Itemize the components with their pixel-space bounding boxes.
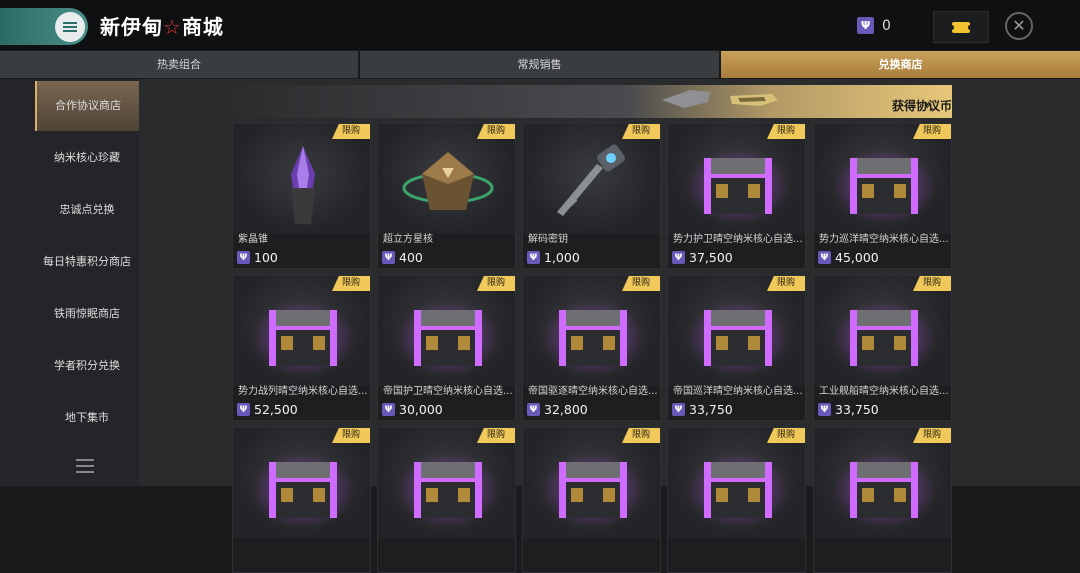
protocol-coin-icon: Ψ <box>818 403 831 416</box>
title-text-2: 商城 <box>181 15 224 39</box>
tab-bar: 热卖组合 常规销售 兑换商店 <box>0 51 1080 78</box>
core-image <box>378 138 515 230</box>
item-card[interactable]: 限购 帝国巡洋晴空纳米核心自选... Ψ 33,750 <box>667 275 806 421</box>
protocol-coin-icon: Ψ <box>818 251 831 264</box>
chest-image <box>233 442 370 534</box>
item-price: Ψ 33,750 <box>818 402 879 417</box>
item-name: 帝国驱逐晴空纳米核心自选... <box>528 386 658 397</box>
chest-image <box>523 442 660 534</box>
title-star: ☆ <box>163 15 182 39</box>
item-price: Ψ 400 <box>382 250 423 265</box>
item-card[interactable]: 限购 <box>667 427 806 573</box>
chest-image <box>233 290 370 382</box>
item-card[interactable]: 限购 <box>232 427 371 573</box>
item-name: 势力战列晴空纳米核心自选... <box>238 386 368 397</box>
item-price: Ψ 45,000 <box>818 250 879 265</box>
item-card[interactable]: 限购 帝国驱逐晴空纳米核心自选... Ψ 32,800 <box>522 275 661 421</box>
tab-regular-sales[interactable]: 常规销售 <box>360 51 721 78</box>
chest-image <box>523 290 660 382</box>
protocol-coin-icon: Ψ <box>237 251 250 264</box>
menu-icon[interactable] <box>55 12 85 42</box>
currency-display: Ψ 0 <box>857 17 891 34</box>
price-value: 33,750 <box>689 402 733 417</box>
protocol-coin-icon: Ψ <box>527 251 540 264</box>
currency-amount: 0 <box>882 17 891 34</box>
double-chevron-right-icon: » <box>924 97 932 111</box>
top-bar: 新伊甸☆商城 Ψ 0 ✕ <box>0 0 1080 50</box>
item-name: 帝国巡洋晴空纳米核心自选... <box>673 386 803 397</box>
protocol-coin-icon: Ψ <box>857 17 874 34</box>
item-price: Ψ 100 <box>237 250 278 265</box>
chest-image <box>814 138 951 230</box>
get-coin-banner[interactable] <box>232 85 952 118</box>
item-card[interactable]: 限购 超立方星核 Ψ 400 <box>377 123 516 269</box>
item-name: 解码密钥 <box>528 234 568 245</box>
price-value: 52,500 <box>254 402 298 417</box>
list-menu-icon[interactable] <box>76 459 94 473</box>
item-name: 紫晶锥 <box>238 234 268 245</box>
close-icon[interactable]: ✕ <box>1005 12 1033 40</box>
crystal-image <box>233 138 370 230</box>
item-price: Ψ 33,750 <box>672 402 733 417</box>
chest-image <box>378 442 515 534</box>
item-card[interactable]: 限购 <box>522 427 661 573</box>
protocol-coin-icon: Ψ <box>527 403 540 416</box>
price-value: 45,000 <box>835 250 879 265</box>
price-value: 33,750 <box>835 402 879 417</box>
item-card[interactable]: 限购 紫晶锥 Ψ 100 <box>232 123 371 269</box>
tab-hot-bundles[interactable]: 热卖组合 <box>0 51 360 78</box>
item-price: Ψ 30,000 <box>382 402 443 417</box>
sidebar-item-nano-core[interactable]: 纳米核心珍藏 <box>35 133 139 183</box>
chest-image <box>378 290 515 382</box>
get-coin-label: 获得协议币 <box>891 99 952 113</box>
item-card[interactable]: 限购 <box>377 427 516 573</box>
item-name: 势力巡洋晴空纳米核心自选... <box>819 234 949 245</box>
chest-image <box>814 442 951 534</box>
item-card[interactable]: 限购 <box>813 427 952 573</box>
spaceship-image <box>662 90 778 108</box>
sidebar-item-scholar[interactable]: 学者积分兑换 <box>35 341 139 391</box>
item-price: Ψ 37,500 <box>672 250 733 265</box>
sidebar-item-loyalty[interactable]: 忠诚点兑换 <box>35 185 139 235</box>
item-card[interactable]: 限购 势力巡洋晴空纳米核心自选... Ψ 45,000 <box>813 123 952 269</box>
title-text-1: 新伊甸 <box>100 15 163 39</box>
item-card[interactable]: 限购 帝国护卫晴空纳米核心自选... Ψ 30,000 <box>377 275 516 421</box>
chest-image <box>814 290 951 382</box>
sidebar-item-cooperation-shop[interactable]: 合作协议商店 <box>35 81 139 131</box>
page-title: 新伊甸☆商城 <box>100 11 224 40</box>
item-card[interactable]: 限购 势力战列晴空纳米核心自选... Ψ 52,500 <box>232 275 371 421</box>
item-name: 势力护卫晴空纳米核心自选... <box>673 234 803 245</box>
ticket-icon <box>950 21 972 33</box>
item-price: Ψ 1,000 <box>527 250 580 265</box>
price-value: 37,500 <box>689 250 733 265</box>
protocol-coin-icon: Ψ <box>382 403 395 416</box>
price-value: 1,000 <box>544 250 580 265</box>
price-value: 100 <box>254 250 278 265</box>
protocol-coin-icon: Ψ <box>382 251 395 264</box>
item-price: Ψ 52,500 <box>237 402 298 417</box>
item-card[interactable]: 限购 工业舰船晴空纳米核心自选... Ψ 33,750 <box>813 275 952 421</box>
price-value: 400 <box>399 250 423 265</box>
item-name: 工业舰船晴空纳米核心自选... <box>819 386 949 397</box>
item-card[interactable]: 限购 解码密钥 Ψ 1,000 <box>522 123 661 269</box>
ticket-button[interactable] <box>933 11 989 43</box>
protocol-coin-icon: Ψ <box>237 403 250 416</box>
sidebar-item-daily-points[interactable]: 每日特惠积分商店 <box>35 237 139 287</box>
tab-exchange-shop[interactable]: 兑换商店 <box>721 51 1080 78</box>
chest-image <box>668 138 805 230</box>
sidebar-item-iron-rain[interactable]: 铁雨惊眠商店 <box>35 289 139 339</box>
item-card[interactable]: 限购 势力护卫晴空纳米核心自选... Ψ 37,500 <box>667 123 806 269</box>
price-value: 30,000 <box>399 402 443 417</box>
protocol-coin-icon: Ψ <box>672 403 685 416</box>
item-price: Ψ 32,800 <box>527 402 588 417</box>
protocol-coin-icon: Ψ <box>672 251 685 264</box>
sidebar-item-black-market[interactable]: 地下集市 <box>35 393 139 443</box>
item-name: 超立方星核 <box>383 234 433 245</box>
chest-image <box>668 290 805 382</box>
price-value: 32,800 <box>544 402 588 417</box>
item-name: 帝国护卫晴空纳米核心自选... <box>383 386 513 397</box>
chest-image <box>668 442 805 534</box>
key-image <box>523 138 660 230</box>
